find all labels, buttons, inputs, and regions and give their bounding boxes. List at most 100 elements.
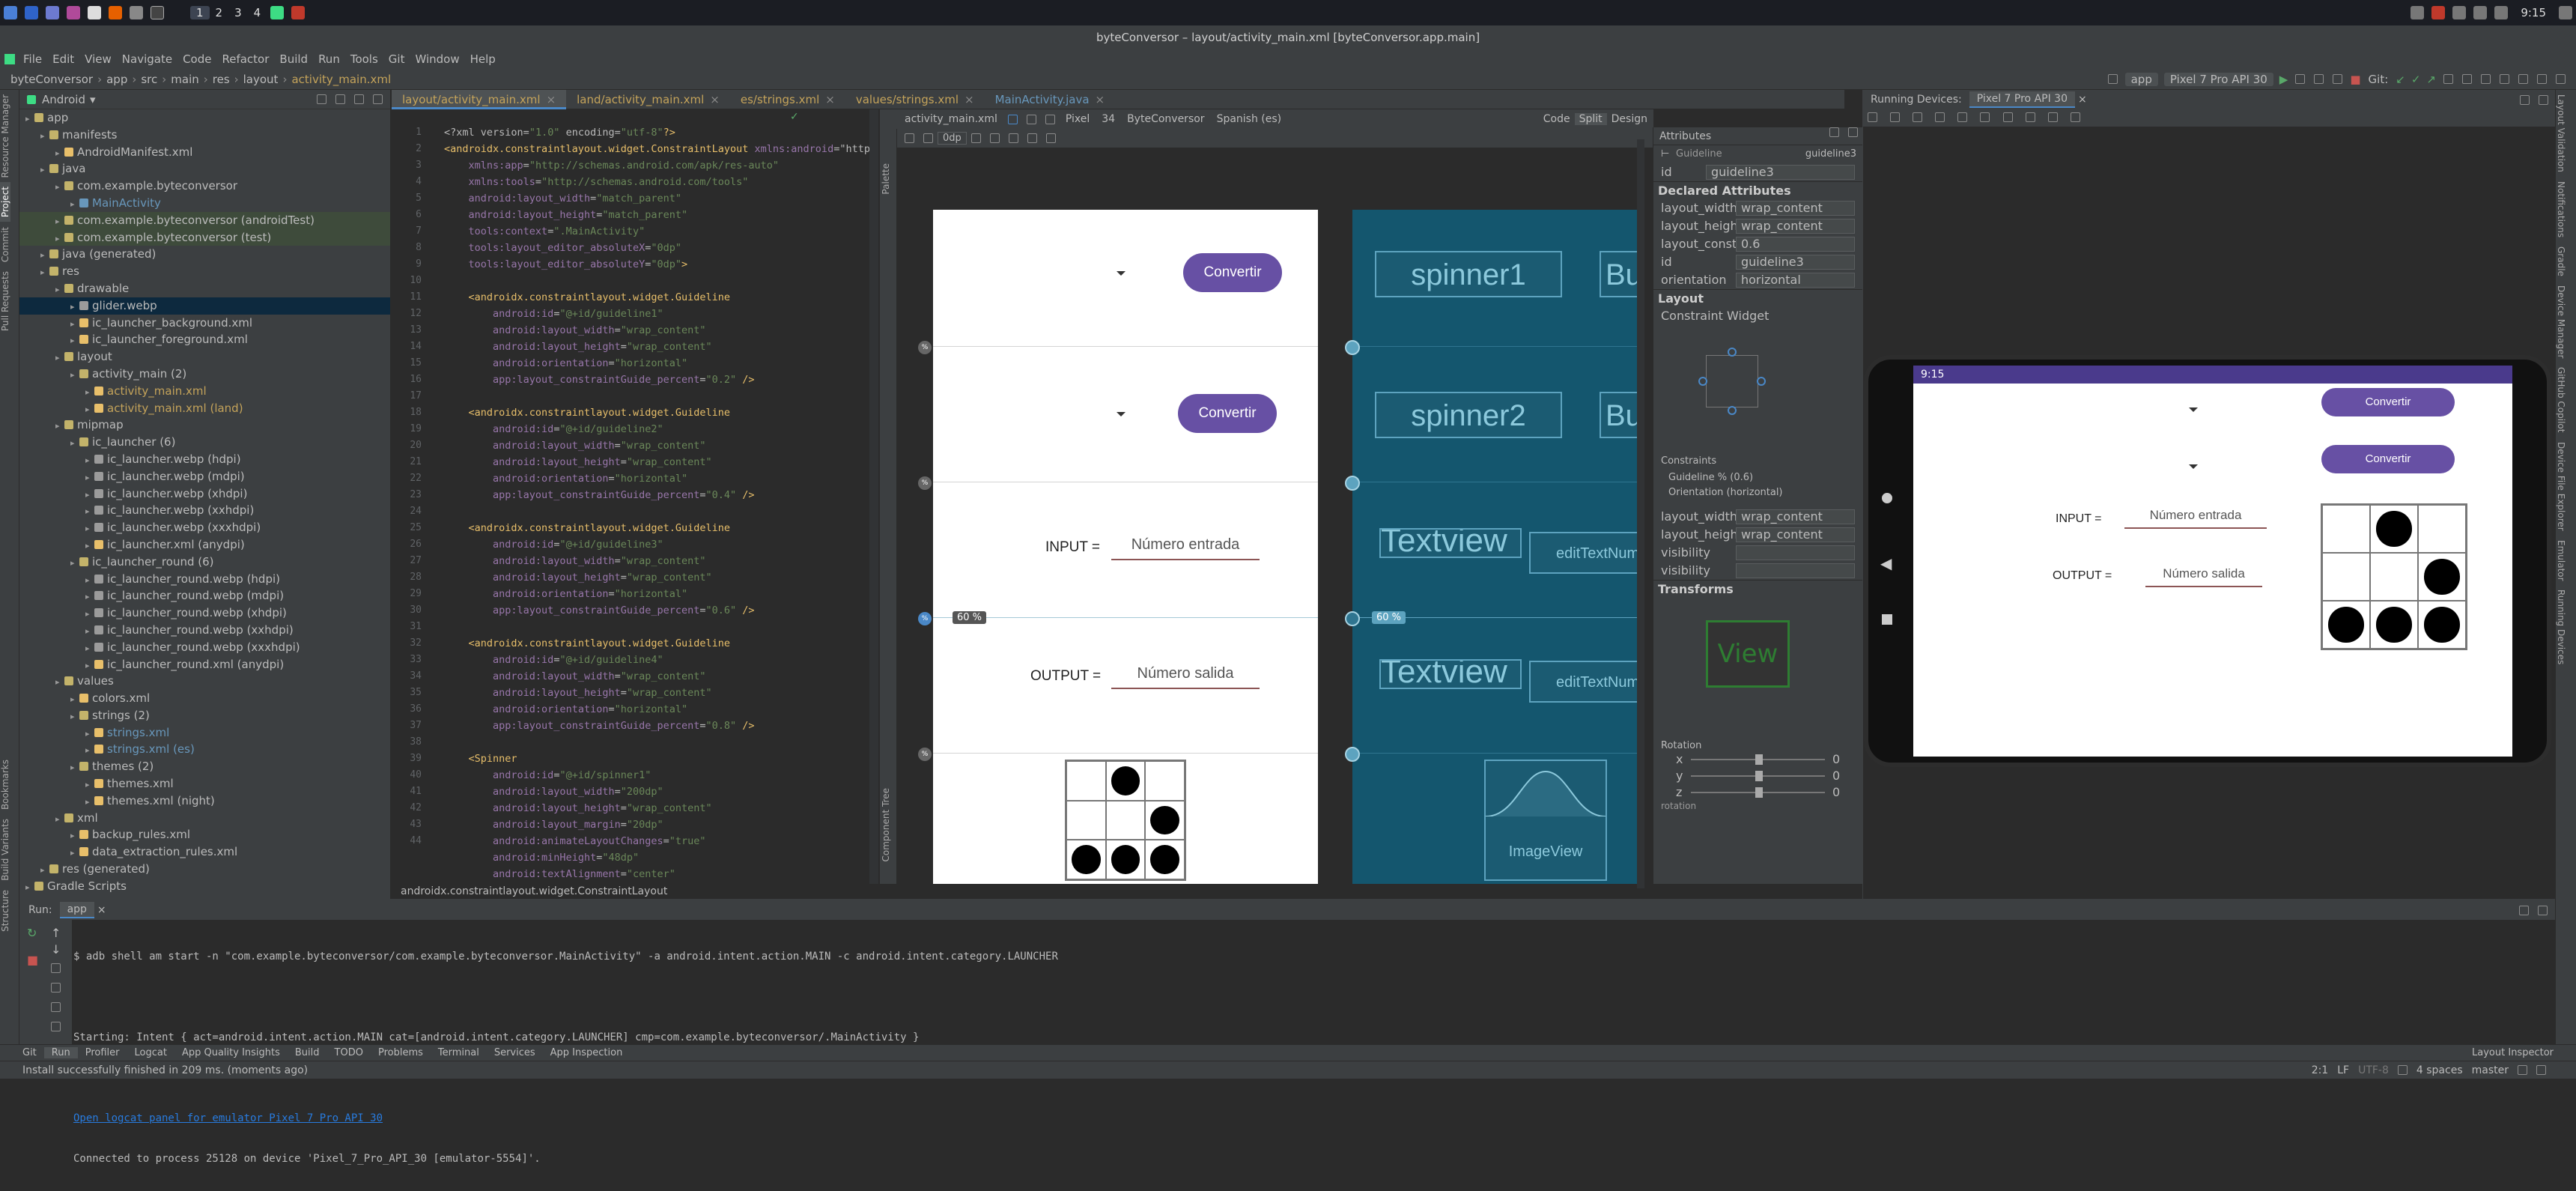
tool-resource-manager[interactable]: Resource Manager — [0, 90, 10, 182]
code-line[interactable]: android:layout_width="wrap_content" — [444, 553, 878, 569]
expand-arrow-icon[interactable]: ▸ — [55, 213, 64, 231]
rotation-slider[interactable] — [1691, 787, 1825, 798]
devices-hide-icon[interactable] — [2539, 94, 2548, 105]
expand-arrow-icon[interactable]: ▸ — [40, 247, 49, 264]
close-tab-icon[interactable]: × — [541, 93, 556, 106]
run-hide-icon[interactable] — [2538, 905, 2548, 915]
home-button-icon[interactable] — [2002, 112, 2013, 122]
tree-item[interactable]: ▸ drawable — [19, 280, 390, 297]
code-line[interactable]: xmlns:tools="http://schemas.android.com/… — [444, 174, 878, 190]
media-icon[interactable] — [291, 6, 306, 19]
code-line[interactable]: app:layout_constraintGuide_percent="0.6"… — [444, 602, 878, 619]
file-manager-icon[interactable] — [46, 6, 59, 19]
rotate-left-icon[interactable] — [1935, 112, 1945, 122]
tab-build[interactable]: Build — [288, 1047, 327, 1058]
constraint-guideline[interactable]: Guideline % (0.6) — [1653, 470, 1862, 485]
expand-arrow-icon[interactable]: ▸ — [55, 350, 64, 367]
expand-arrow-icon[interactable]: ▸ — [85, 452, 94, 470]
editor-tab[interactable]: land/activity_main.xml × — [566, 90, 730, 109]
volume-up-icon[interactable] — [1890, 112, 1901, 122]
code-line[interactable]: app:layout_constraintGuide_percent="0.2"… — [444, 372, 878, 388]
code-line[interactable] — [444, 503, 878, 520]
tree-item[interactable]: ▸ AndroidManifest.xml — [19, 144, 390, 161]
night-mode-icon[interactable] — [1045, 114, 1055, 124]
bp-edittext-2[interactable]: editTextNumbe — [1529, 661, 1637, 703]
volume-icon[interactable] — [2452, 6, 2467, 19]
tree-item[interactable]: ▸ ic_launcher (6) — [19, 434, 390, 451]
tree-item[interactable]: ▸ themes (2) — [19, 758, 390, 775]
designer-scrollbar[interactable] — [1637, 139, 1644, 888]
input-field[interactable]: Número entrada — [1111, 536, 1260, 560]
show-constraints-icon[interactable] — [905, 133, 914, 143]
bp-button-2[interactable]: But — [1600, 392, 1637, 438]
tree-item[interactable]: ▸ data_extraction_rules.xml — [19, 843, 390, 861]
expand-arrow-icon[interactable]: ▸ — [85, 487, 94, 504]
expand-arrow-icon[interactable]: ▸ — [55, 418, 64, 435]
expand-arrow-icon[interactable]: ▸ — [85, 589, 94, 606]
convert-button-1[interactable]: Convertir — [1183, 253, 1282, 292]
app-launcher-icon[interactable] — [4, 6, 17, 19]
crumb-project[interactable]: byteConversor — [0, 73, 93, 86]
bp-guideline-1-handle[interactable] — [1345, 340, 1360, 355]
code-line[interactable]: android:minHeight="48dp" — [444, 849, 878, 866]
bp-guideline-2-handle[interactable] — [1345, 476, 1360, 491]
tree-item[interactable]: ▸ com.example.byteconversor — [19, 178, 390, 195]
expand-arrow-icon[interactable]: ▸ — [40, 862, 49, 879]
code-line[interactable]: android:layout_width="200dp" — [444, 784, 878, 800]
workspace-1[interactable]: 1 — [190, 6, 210, 19]
locate-icon[interactable] — [317, 94, 326, 104]
editor-breadcrumb[interactable]: androidx.constraintlayout.widget.Constra… — [392, 885, 880, 899]
scroll-down-icon[interactable]: ↓ — [51, 942, 61, 957]
debug-icon[interactable] — [2295, 74, 2306, 84]
menu-edit[interactable]: Edit — [47, 52, 79, 66]
file-encoding[interactable]: UTF-8 — [2354, 1064, 2393, 1076]
right-anchor[interactable] — [1757, 377, 1766, 386]
expand-arrow-icon[interactable]: ▸ — [70, 709, 79, 726]
collapse-icon[interactable] — [335, 94, 345, 104]
code-line[interactable]: android:layout_height="wrap_content" — [444, 800, 878, 816]
locale-select[interactable]: Spanish (es) — [1211, 113, 1288, 125]
crumb-src[interactable]: src — [141, 73, 157, 86]
code-line[interactable]: android:animateLayoutChanges="true" — [444, 833, 878, 849]
tool-palette[interactable]: Palette — [881, 159, 891, 199]
run-tab-app[interactable]: app — [59, 902, 94, 918]
attribute-value[interactable]: horizontal — [1736, 273, 1855, 288]
document-icon[interactable] — [88, 6, 101, 19]
expand-arrow-icon[interactable]: ▸ — [85, 470, 94, 487]
design-canvas[interactable]: Convertir Convertir INPUT = Número entra… — [933, 210, 1318, 884]
attribute-select[interactable] — [1736, 563, 1855, 578]
code-line[interactable] — [444, 619, 878, 635]
tree-item[interactable]: ▸ ic_launcher_round.webp (xhdpi) — [19, 604, 390, 622]
expand-arrow-icon[interactable]: ▸ — [55, 674, 64, 691]
menu-window[interactable]: Window — [410, 52, 464, 66]
tree-item[interactable]: ▸ values — [19, 673, 390, 690]
tool-device-file-explorer[interactable]: Device File Explorer — [2556, 437, 2566, 536]
open-logcat-link[interactable]: Open logcat panel for emulator Pixel 7 P… — [73, 1110, 2545, 1127]
expand-arrow-icon[interactable]: ▸ — [85, 658, 94, 675]
layout-section-header[interactable]: Layout — [1653, 289, 1862, 307]
expand-arrow-icon[interactable]: ▸ — [40, 128, 49, 145]
expand-arrow-icon[interactable]: ▸ — [70, 367, 79, 384]
phone-output-field[interactable]: Número salida — [2145, 566, 2262, 587]
menu-tools[interactable]: Tools — [345, 52, 383, 66]
expand-arrow-icon[interactable]: ▸ — [85, 794, 94, 811]
bp-edittext-1[interactable]: editTextNumbe — [1529, 532, 1637, 574]
expand-arrow-icon[interactable]: ▸ — [40, 264, 49, 282]
slider-thumb[interactable] — [1755, 754, 1763, 765]
rotate-right-icon[interactable] — [1957, 112, 1968, 122]
desktop-icon[interactable] — [25, 6, 38, 19]
read-only-icon[interactable] — [2397, 1065, 2408, 1075]
caret-position[interactable]: 2:1 — [2307, 1064, 2333, 1076]
expand-arrow-icon[interactable]: ▸ — [25, 111, 34, 128]
code-line[interactable]: android:id="@+id/guideline2" — [444, 421, 878, 437]
device-preview-select[interactable]: Pixel — [1060, 113, 1096, 125]
tree-item[interactable]: ▸ colors.xml — [19, 690, 390, 707]
code-text[interactable]: <?xml version="1.0" encoding="utf-8"?> <a… — [444, 124, 878, 882]
tree-item[interactable]: ▸ ic_launcher.webp (mdpi) — [19, 468, 390, 485]
phone-input-field[interactable]: Número entrada — [2124, 508, 2267, 529]
project-view-select[interactable]: Android — [42, 93, 85, 106]
profile-icon[interactable] — [2314, 74, 2324, 84]
tree-item[interactable]: ▸ ic_launcher_foreground.xml — [19, 331, 390, 348]
expand-arrow-icon[interactable]: ▸ — [55, 811, 64, 828]
output-field[interactable]: Número salida — [1111, 665, 1260, 689]
